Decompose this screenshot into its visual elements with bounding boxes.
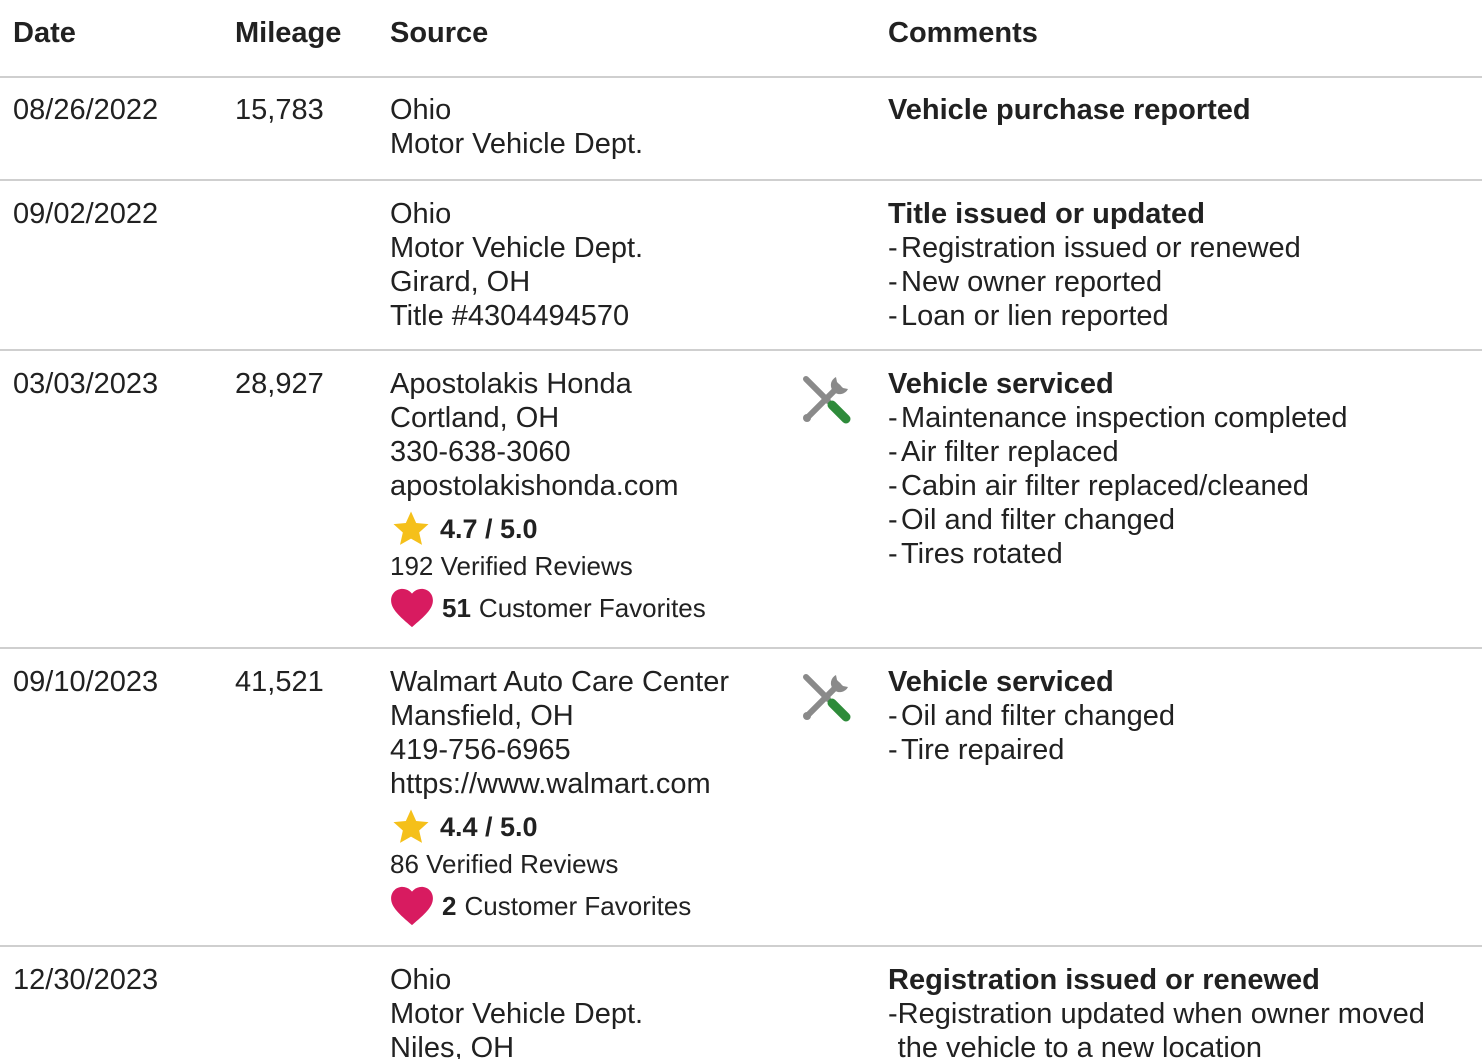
dealer-name: Apostolakis Honda	[390, 368, 632, 400]
heart-icon	[391, 588, 433, 628]
comment-item: - Maintenance inspection completed	[888, 402, 1348, 434]
dealer-phone[interactable]: 330-638-3060	[390, 435, 706, 469]
row-date: 12/30/2023	[13, 964, 159, 996]
source-line: Ohio	[390, 964, 452, 996]
table-row: 12/30/2023 Ohio Motor Vehicle Dept. Nile…	[0, 947, 1482, 1059]
favorites-count: 2	[442, 891, 457, 921]
comment-title: Vehicle serviced	[888, 666, 1114, 698]
table-row: 03/03/2023 28,927 Apostolakis Honda Cort…	[0, 351, 1482, 649]
favorites-label: Customer Favorites	[464, 891, 692, 921]
row-source: Walmart Auto Care Center Mansfield, OH 4…	[390, 665, 729, 927]
comment-item: - Tires rotated	[888, 538, 1063, 570]
row-comments: Registration issued or renewed - Registra…	[888, 963, 1468, 1059]
vehicle-history-table: Date Mileage Source Comments 08/26/2022 …	[0, 0, 1482, 1059]
comment-title: Title issued or updated	[888, 198, 1205, 230]
verified-reviews-link[interactable]: 86 Verified Reviews	[390, 847, 729, 881]
comment-item: - Air filter replaced	[888, 436, 1119, 468]
header-source: Source	[390, 17, 489, 49]
row-date: 09/10/2023	[13, 666, 159, 698]
source-line: Girard, OH	[390, 266, 531, 298]
comment-item: - Registration issued or renewed	[888, 232, 1301, 264]
row-date: 08/26/2022	[13, 94, 159, 126]
header-mileage: Mileage	[235, 17, 342, 49]
row-date: 09/02/2022	[13, 198, 159, 230]
source-line: Title #4304494570	[390, 300, 630, 332]
source-line: Motor Vehicle Dept.	[390, 128, 644, 160]
rating-value: 4.7 / 5.0	[440, 514, 538, 544]
customer-favorites: 2 Customer Favorites	[390, 885, 729, 927]
table-row: 08/26/2022 15,783 Ohio Motor Vehicle Dep…	[0, 78, 1482, 181]
row-source: Ohio Motor Vehicle Dept.	[390, 93, 643, 161]
comment-item: - New owner reported	[888, 266, 1163, 298]
rating-value: 4.4 / 5.0	[440, 812, 538, 842]
row-source: Ohio Motor Vehicle Dept. Girard, OH Titl…	[390, 197, 643, 333]
table-row: 09/02/2022 Ohio Motor Vehicle Dept. Gira…	[0, 181, 1482, 351]
dealer-location: Cortland, OH	[390, 402, 560, 434]
header-comments: Comments	[888, 17, 1038, 49]
star-icon	[393, 809, 429, 843]
comment-title: Vehicle purchase reported	[888, 94, 1251, 126]
comment-item: - Oil and filter changed	[888, 700, 1176, 732]
row-date: 03/03/2023	[13, 368, 159, 400]
row-comments: Vehicle purchase reported	[888, 93, 1251, 127]
comment-item: - Tire repaired	[888, 734, 1065, 766]
comment-item: - Oil and filter changed	[888, 504, 1176, 536]
row-comments: Vehicle serviced - Oil and filter changed…	[888, 665, 1175, 767]
dealer-rating: 4.4 / 5.0	[390, 807, 729, 847]
source-line: Niles, OH	[390, 1032, 515, 1059]
row-source: Ohio Motor Vehicle Dept. Niles, OH	[390, 963, 643, 1059]
heart-icon	[391, 886, 433, 926]
service-wrench-icon	[798, 371, 854, 435]
comment-title: Registration issued or renewed	[888, 964, 1320, 996]
favorites-count: 51	[442, 593, 471, 623]
row-comments: Vehicle serviced - Maintenance inspection…	[888, 367, 1348, 571]
row-comments: Title issued or updated - Registration is…	[888, 197, 1301, 333]
customer-favorites: 51 Customer Favorites	[390, 587, 706, 629]
dealer-website-link[interactable]: apostolakishonda.com	[390, 469, 706, 503]
table-row: 09/10/2023 41,521 Walmart Auto Care Cent…	[0, 649, 1482, 947]
comment-title: Vehicle serviced	[888, 368, 1114, 400]
row-mileage: 15,783	[235, 94, 324, 126]
source-line: Ohio	[390, 94, 452, 126]
row-source: Apostolakis Honda Cortland, OH 330-638-3…	[390, 367, 706, 629]
source-line: Ohio	[390, 198, 452, 230]
comment-item: - Registration updated when owner moved t…	[888, 998, 1425, 1059]
table-header: Date Mileage Source Comments	[0, 0, 1482, 78]
header-date: Date	[13, 17, 76, 49]
dealer-website-link[interactable]: https://www.walmart.com	[390, 767, 729, 801]
dealer-rating: 4.7 / 5.0	[390, 509, 706, 549]
service-wrench-icon	[798, 669, 854, 733]
row-mileage: 41,521	[235, 666, 324, 698]
dealer-name: Walmart Auto Care Center	[390, 666, 729, 698]
dealer-phone[interactable]: 419-756-6965	[390, 733, 729, 767]
star-icon	[393, 511, 429, 545]
source-line: Motor Vehicle Dept.	[390, 998, 644, 1030]
dealer-location: Mansfield, OH	[390, 700, 574, 732]
comment-item: - Loan or lien reported	[888, 300, 1169, 332]
comment-item: - Cabin air filter replaced/cleaned	[888, 470, 1309, 502]
favorites-label: Customer Favorites	[478, 593, 706, 623]
verified-reviews-link[interactable]: 192 Verified Reviews	[390, 549, 706, 583]
row-mileage: 28,927	[235, 368, 324, 400]
source-line: Motor Vehicle Dept.	[390, 232, 644, 264]
